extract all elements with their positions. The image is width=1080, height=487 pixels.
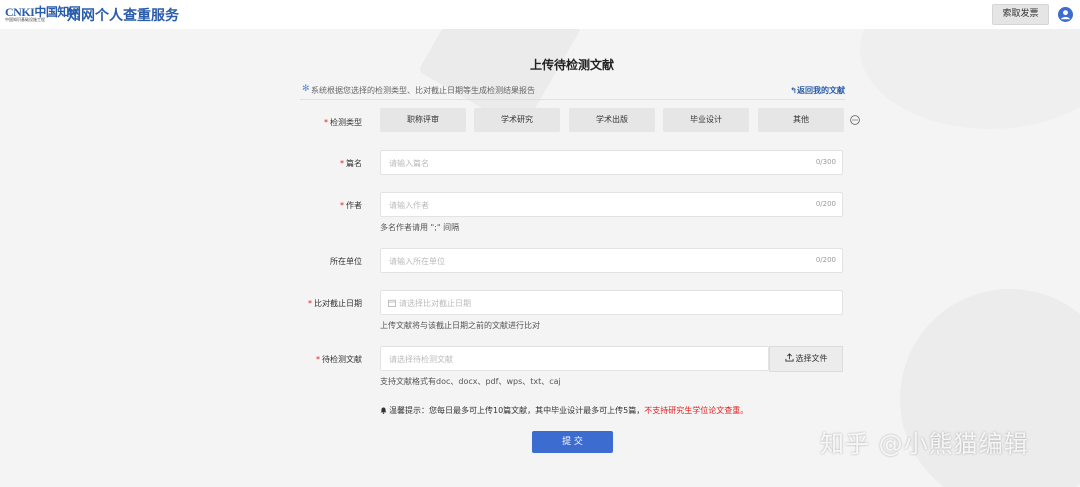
title-counter: 0/300 [815,158,836,166]
notice-warning: 不支持研究生学位论文查重。 [644,406,749,415]
cnki-logo[interactable]: CNKI中国知网 中国知识基础设施工程 [5,3,81,25]
date-hint: 上传文献将与该截止日期之前的文献进行比对 [380,321,540,330]
bell-icon [380,407,387,414]
author-field: 0/200 [380,192,843,217]
type-option-graduation-design[interactable]: 毕业设计 [663,108,749,132]
upload-icon [784,353,794,362]
back-to-my-documents-link[interactable]: ↰返回我的文献 [790,85,845,96]
date-input[interactable] [399,296,799,310]
info-text: 系统根据您选择的检测类型、比对截止日期等生成检测结果报告 [311,86,535,95]
date-field [380,290,843,315]
author-counter: 0/200 [815,200,836,208]
top-header: CNKI中国知网 中国知识基础设施工程 知网个人查重服务 索取发票 [0,0,1080,29]
notice: 温馨提示：您每日最多可上传10篇文献，其中毕业设计最多可上传5篇，不支持研究生学… [380,405,748,416]
org-label: 所在单位 [330,257,362,266]
notice-text: 温馨提示：您每日最多可上传10篇文献，其中毕业设计最多可上传5篇， [389,406,645,415]
type-option-academic-publishing[interactable]: 学术出版 [569,108,655,132]
info-row: ✻ 系统根据您选择的检测类型、比对截止日期等生成检测结果报告 ↰返回我的文献 [300,84,845,100]
choose-file-label: 选择文件 [795,354,828,363]
logo-subtext: 中国知识基础设施工程 [5,17,45,22]
author-hint: 多名作者请用 ";" 间隔 [380,223,460,232]
author-label: * 作者 [340,201,362,210]
back-link-label: 返回我的文献 [797,86,845,95]
org-field: 0/200 [380,248,843,273]
asterisk-icon: ✻ [302,84,310,94]
more-options-icon[interactable] [850,115,860,125]
author-input[interactable] [389,198,789,212]
org-counter: 0/200 [815,256,836,264]
background-shape [860,29,1080,129]
back-arrow-icon: ↰ [790,86,797,95]
choose-file-button[interactable]: 选择文件 [769,346,843,372]
file-input[interactable] [389,352,789,366]
org-input[interactable] [389,254,789,268]
file-label: * 待检测文献 [316,355,362,364]
user-icon[interactable] [1058,7,1073,22]
type-option-academic-research[interactable]: 学术研究 [474,108,560,132]
brand-title: 知网个人查重服务 [67,8,179,24]
file-field [380,346,789,371]
page-title: 上传待检测文献 [529,58,614,72]
title-input[interactable] [389,156,789,170]
request-invoice-button[interactable]: 索取发票 [992,4,1049,25]
file-hint: 支持文献格式有doc、docx、pdf、wps、txt、caj [380,377,561,386]
title-field: 0/300 [380,150,843,175]
calendar-icon [388,299,396,307]
date-label: * 比对截止日期 [308,299,362,308]
type-option-other[interactable]: 其他 [758,108,844,132]
watermark: 知乎 @小熊猫编辑 [820,430,1029,458]
title-label: * 篇名 [340,159,362,168]
submit-button[interactable]: 提 交 [532,431,613,453]
type-label: * 检测类型 [324,118,362,127]
type-option-title-review[interactable]: 职称评审 [380,108,466,132]
